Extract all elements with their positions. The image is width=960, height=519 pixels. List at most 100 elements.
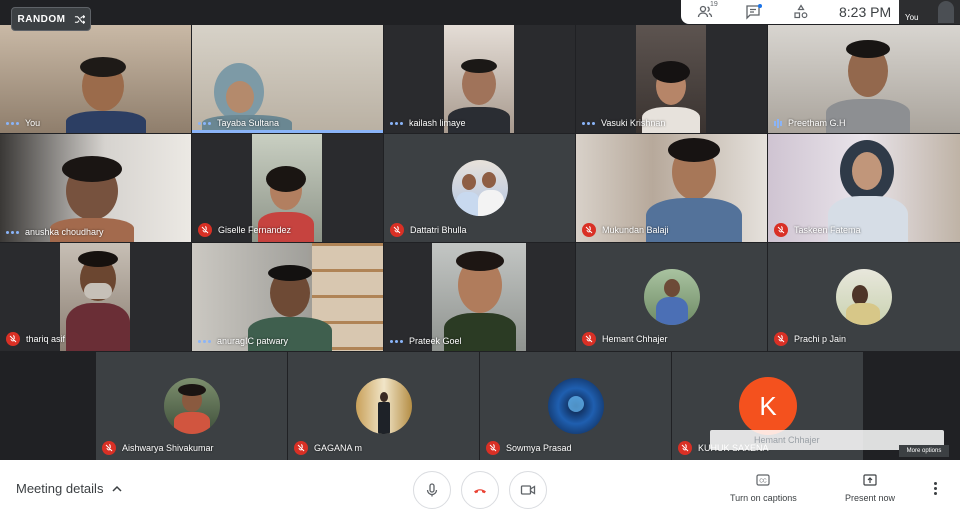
present-label: Present now bbox=[845, 493, 896, 503]
clock-time: 8:23 PM bbox=[839, 4, 892, 20]
audio-indicator bbox=[390, 339, 403, 343]
avatar: K bbox=[739, 377, 797, 435]
person-hair bbox=[456, 251, 504, 271]
audio-indicator bbox=[390, 121, 403, 125]
participant-name: Hemant Chhajer bbox=[602, 334, 668, 344]
muted-icon bbox=[486, 441, 500, 455]
present-now-button[interactable]: Present now bbox=[845, 473, 895, 503]
participant-name: thariq asif bbox=[26, 334, 66, 344]
person-hair bbox=[80, 57, 126, 77]
random-button-label: RANDOM bbox=[17, 13, 66, 25]
muted-icon bbox=[294, 441, 308, 455]
chevron-up-icon bbox=[112, 485, 122, 492]
participant-name: anushka choudhary bbox=[25, 227, 104, 237]
meeting-details-label: Meeting details bbox=[16, 481, 104, 496]
participant-name: Taskeen Fatema bbox=[794, 225, 861, 235]
person-hair bbox=[78, 251, 118, 267]
participant-tile[interactable]: anushka choudhary bbox=[0, 134, 191, 242]
microphone-icon bbox=[426, 483, 438, 497]
avatar bbox=[452, 160, 508, 216]
participant-name: Aishwarya Shivakumar bbox=[122, 443, 214, 453]
captions-button[interactable]: CC Turn on captions bbox=[730, 473, 797, 503]
self-view-video bbox=[938, 1, 954, 23]
participant-name: anuragIC patwary bbox=[217, 336, 289, 346]
avatar bbox=[356, 378, 412, 434]
muted-icon bbox=[582, 223, 596, 237]
captions-label: Turn on captions bbox=[730, 493, 797, 503]
shuffle-icon bbox=[74, 14, 85, 24]
more-options-tooltip: More options bbox=[899, 445, 949, 457]
participant-name: Mukundan Balaji bbox=[602, 225, 669, 235]
person-hair bbox=[846, 40, 890, 58]
participant-tile[interactable]: Prateek Goel bbox=[384, 243, 575, 351]
captions-icon-text: CC bbox=[760, 478, 768, 484]
muted-icon bbox=[198, 223, 212, 237]
participant-name: Prateek Goel bbox=[409, 336, 462, 346]
self-view-label: You bbox=[905, 13, 919, 22]
meeting-details-button[interactable]: Meeting details bbox=[16, 481, 123, 496]
captions-icon: CC bbox=[756, 474, 770, 486]
participant-tile[interactable]: Taskeen Fatema bbox=[768, 134, 960, 242]
participant-tile[interactable]: thariq asif bbox=[0, 243, 191, 351]
participant-name: Sowmya Prasad bbox=[506, 443, 572, 453]
call-info-bar: 19 8:23 PM bbox=[681, 0, 899, 24]
participant-name: You bbox=[25, 118, 41, 128]
person-hair bbox=[461, 59, 497, 73]
person-face bbox=[852, 152, 882, 190]
person-body bbox=[66, 111, 146, 133]
participant-tile[interactable]: Mukundan Balaji bbox=[576, 134, 767, 242]
muted-icon bbox=[582, 332, 596, 346]
chat-notification-dot bbox=[758, 4, 762, 8]
random-button[interactable]: RANDOM bbox=[11, 7, 91, 31]
person-hair bbox=[268, 265, 312, 281]
participant-tile[interactable]: Tayaba Sultana bbox=[192, 25, 383, 133]
activities-icon bbox=[794, 4, 808, 19]
participant-tile[interactable]: You bbox=[0, 25, 191, 133]
avatar bbox=[644, 269, 700, 325]
self-view-thumbnail[interactable]: You bbox=[899, 0, 960, 24]
participant-tile[interactable]: Prachi p Jain bbox=[768, 243, 960, 351]
hang-up-button[interactable] bbox=[461, 471, 499, 509]
participant-tile[interactable]: Giselle Fernandez bbox=[192, 134, 383, 242]
audio-indicator bbox=[198, 339, 211, 343]
participant-tile[interactable]: Hemant Chhajer bbox=[576, 243, 767, 351]
participant-tile[interactable]: anuragIC patwary bbox=[192, 243, 383, 351]
audio-indicator bbox=[198, 121, 211, 125]
participant-tile[interactable]: Aishwarya Shivakumar bbox=[96, 352, 287, 460]
participants-button[interactable]: 19 bbox=[681, 0, 729, 24]
camera-button[interactable] bbox=[509, 471, 547, 509]
activities-button[interactable] bbox=[777, 0, 825, 24]
participant-tile[interactable]: Vasuki Krishnan bbox=[576, 25, 767, 133]
chat-button[interactable] bbox=[729, 0, 777, 24]
more-options-button[interactable] bbox=[934, 482, 937, 495]
muted-icon bbox=[774, 223, 788, 237]
person-hair bbox=[266, 166, 306, 192]
participant-count: 19 bbox=[710, 1, 718, 8]
face-mask bbox=[84, 283, 112, 299]
participant-name: GAGANA m bbox=[314, 443, 363, 453]
person-face bbox=[226, 81, 254, 113]
participant-tile[interactable]: kailash limaye bbox=[384, 25, 575, 133]
muted-icon bbox=[390, 223, 404, 237]
participant-name: Giselle Fernandez bbox=[218, 225, 292, 235]
control-bar: Meeting details CC Turn on captions Pres… bbox=[0, 460, 960, 519]
muted-icon bbox=[102, 441, 116, 455]
participant-tile[interactable]: GAGANA m bbox=[288, 352, 479, 460]
avatar bbox=[548, 378, 604, 434]
audio-indicator bbox=[6, 230, 19, 234]
avatar bbox=[836, 269, 892, 325]
participant-name: Prachi p Jain bbox=[794, 334, 847, 344]
person-hair bbox=[62, 156, 122, 182]
audio-indicator bbox=[6, 121, 19, 125]
present-icon bbox=[863, 474, 877, 486]
person-hair bbox=[652, 61, 690, 83]
participant-name: kailash limaye bbox=[409, 118, 466, 128]
muted-icon bbox=[678, 441, 692, 455]
participant-name: Vasuki Krishnan bbox=[601, 118, 666, 128]
microphone-button[interactable] bbox=[413, 471, 451, 509]
participant-tile[interactable]: Preetham G.H bbox=[768, 25, 960, 133]
participant-tile[interactable]: Dattatri Bhulla bbox=[384, 134, 575, 242]
participant-tile[interactable]: Sowmya Prasad bbox=[480, 352, 671, 460]
participant-name: Preetham G.H bbox=[788, 118, 846, 128]
muted-icon bbox=[6, 332, 20, 346]
